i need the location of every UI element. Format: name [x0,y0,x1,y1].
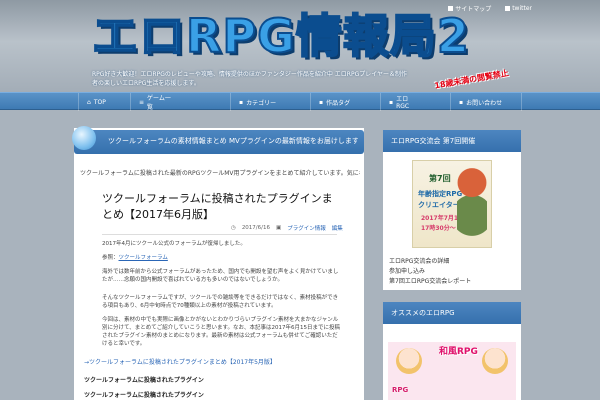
post-header: ツクールフォーラムの素材情報まとめ MVプラグインの最新情報をお届けします（定期… [72,126,364,154]
site-tagline: RPG好き大歓迎！エロRPGのレビューや攻略、情報提供のほかファンタジー作品を紹… [92,71,408,87]
house-icon: ⌂ [87,98,91,106]
sidebar-link-3[interactable]: 第7回エロRPG交流会レポート [389,276,471,285]
sidebar-link-1[interactable]: エロRPG交流会の詳細 [389,256,449,265]
paragraph-3: 海外では数年前から公式フォーラムがあったため、国内でも開設を望む声をよく見かけて… [102,269,339,283]
age-restriction-notice: 18歳未満の閲覧禁止 [433,68,510,91]
forum-link[interactable]: ツクールフォーラム [119,255,168,261]
article-meta: ◷ 2017/6/16 ▣ プラグイン情報 編集 [231,224,343,232]
sidebar-link-2[interactable]: 参加申し込み [389,266,425,275]
twitter-link[interactable]: twitter [505,5,532,12]
article-title[interactable]: ツクールフォーラムに投稿されたプラグインまとめ【2017年6月版】 [102,191,342,223]
article-edit-link[interactable]: 編集 [332,224,343,232]
nav-item-top[interactable]: ⌂ TOP [78,93,130,111]
tag-icon: ▪ [319,98,324,106]
nav-item-games[interactable]: ≡ ゲーム一覧 [130,93,180,111]
bubble-icon [72,126,96,150]
sidebar-box-event-title: エロRPG交流会 第7回開催 [383,130,521,152]
site-header: サイトマップ twitter エロRPG情報局2 RPG好き大歓迎！エロRPGの… [0,0,600,92]
folder-icon: ▪ [239,98,244,106]
section-heading-1: ツクールフォーラムに投稿されたプラグイン [84,377,204,384]
section-heading-2: ツクールフォーラムに投稿されたプラグイン [84,392,204,399]
article-date: 2017/6/16 [241,225,271,231]
article-category-link[interactable]: プラグイン情報 [287,224,326,232]
character-illustration [457,167,487,245]
paragraph-1: 2017年4月にツクール公式のフォーラムが復帰しました。 [102,241,246,247]
post-header-title[interactable]: ツクールフォーラムの素材情報まとめ MVプラグインの最新情報をお届けします（定期… [108,136,358,146]
thumbnail-1: RPG [388,342,428,400]
paragraph-4: そんなツクールフォーラムですが、ツクールでの雑談等をできるだけではなく、素材投稿… [102,295,339,309]
thumbnail-2 [474,342,514,400]
folder-icon: ▣ [276,225,282,231]
info-icon: ▪ [389,98,394,106]
previous-article-link[interactable]: →ツクールフォーラムに投稿されたプラグインまとめ【2017年5月版】 [84,357,344,366]
divider [102,234,337,235]
post-intro: ツクールフォーラムに投稿された最新のRPGツクールMV用プラグインをまとめて紹介… [80,170,360,177]
twitter-icon [505,5,511,11]
nav-item-rgc[interactable]: ▪ エロ RGC [380,93,430,111]
paragraph-2: 参照：ツクールフォーラム [102,255,168,261]
nav-item-contact[interactable]: ▪ お問い合わせ [450,93,522,111]
nav-item-categories[interactable]: ▪ カテゴリー [230,93,286,111]
mail-icon: ▪ [459,98,464,106]
main-nav: ⌂ TOP ≡ ゲーム一覧 ▪ カテゴリー ▪ 作品タグ ▪ エロ RGC ▪ … [0,92,600,111]
clock-icon: ◷ [231,225,236,231]
site-logo[interactable]: エロRPG情報局2 [91,11,470,61]
list-icon: ≡ [139,98,145,106]
recommend-label: 和風RPG [439,347,478,357]
sidebar-box-recommend-title: オススメのエロRPG [383,302,521,324]
event-banner[interactable]: 第7回 年齢指定RPG クリエイター交流会 2017年7月1日 17時30分～ [412,160,492,248]
paragraph-5: 今回は、素材の中でも実際に画像とかがないとわかりづらいプラグイン素材を大まかなジ… [102,317,341,347]
nav-item-tags[interactable]: ▪ 作品タグ [310,93,366,111]
